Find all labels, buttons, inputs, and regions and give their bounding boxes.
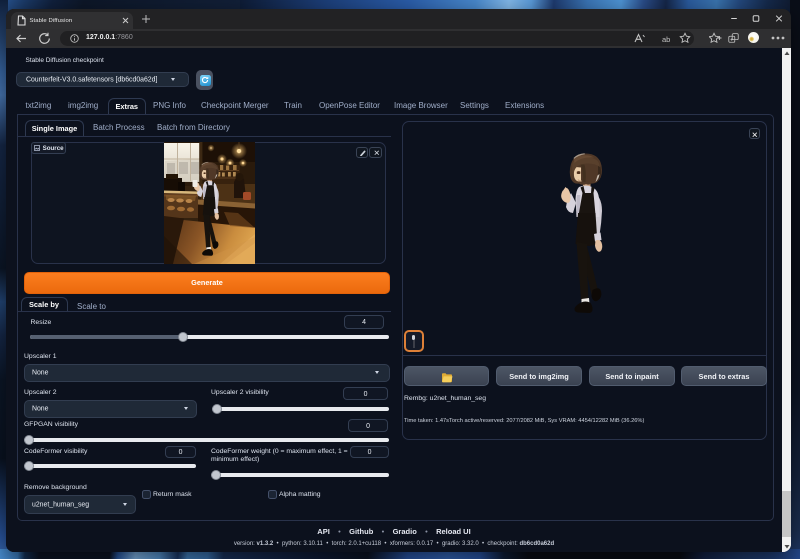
- svg-text:ab: ab: [662, 35, 670, 43]
